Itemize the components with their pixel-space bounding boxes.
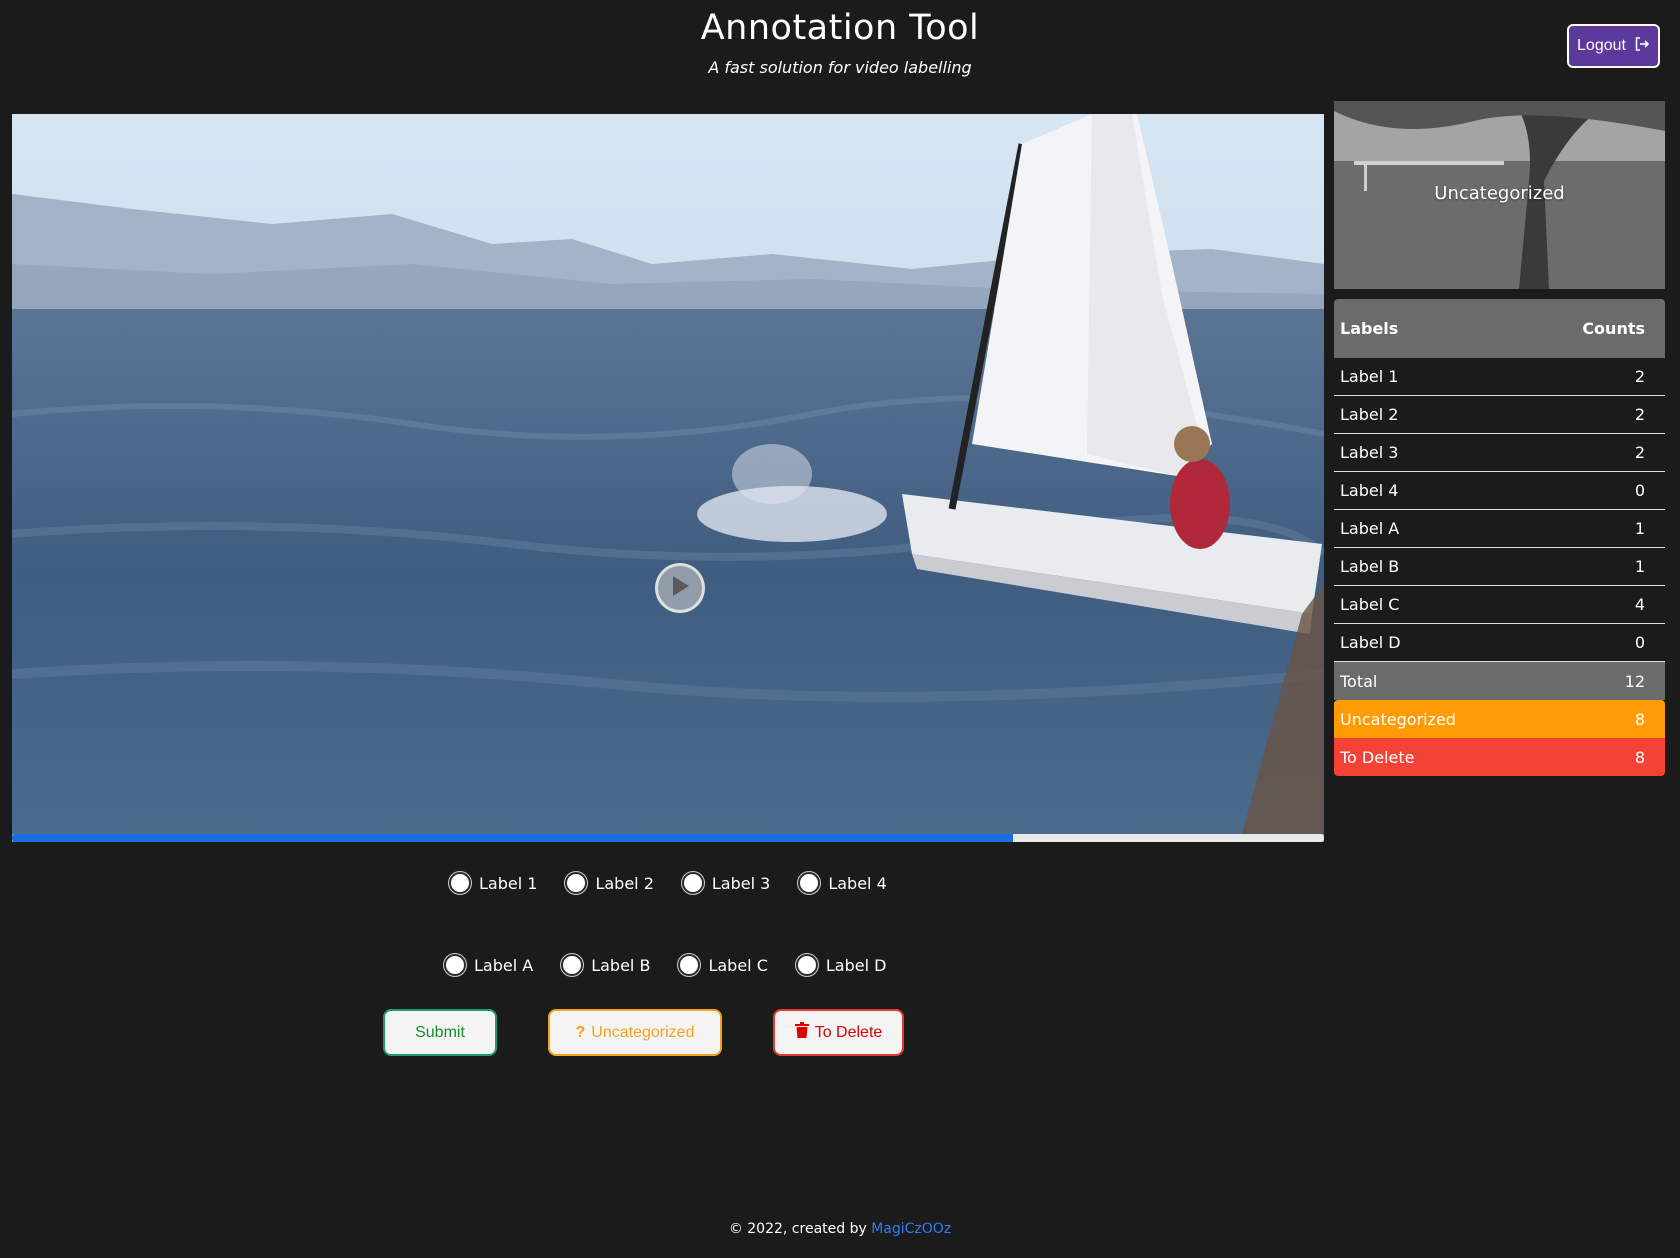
logout-button[interactable]: Logout <box>1567 24 1660 68</box>
total-label: Total <box>1340 671 1378 691</box>
row-count: 2 <box>1634 405 1645 424</box>
radio-button[interactable] <box>798 872 821 894</box>
row-label: Label B <box>1340 557 1400 576</box>
uncategorized-row: Uncategorized 8 <box>1334 700 1665 738</box>
header-counts: Counts <box>1582 319 1645 338</box>
row-count: 0 <box>1634 633 1645 652</box>
row-label: Label D <box>1340 633 1401 652</box>
play-icon <box>669 574 691 602</box>
radio-label-4[interactable]: Label 4 <box>798 872 887 894</box>
radio-button[interactable] <box>565 872 588 894</box>
row-count: 2 <box>1634 443 1645 462</box>
radio-button[interactable] <box>444 954 466 976</box>
to-delete-label: To Delete <box>814 1023 883 1041</box>
table-row: Label 1 2 <box>1334 358 1665 396</box>
footer: © 2022, created by MagiCzOOz <box>0 1221 1680 1237</box>
row-count: 2 <box>1634 367 1645 386</box>
to-delete-button[interactable]: To Delete <box>773 1009 904 1056</box>
radio-label-a[interactable]: Label A <box>444 954 533 976</box>
row-label: Label 1 <box>1340 367 1399 386</box>
to-delete-count: 8 <box>1634 747 1645 767</box>
table-row: Label 4 0 <box>1334 472 1665 510</box>
table-row: Label C 4 <box>1334 586 1665 624</box>
category-thumbnail[interactable]: Uncategorized <box>1334 101 1665 289</box>
total-count: 12 <box>1624 671 1645 691</box>
annotation-page: Annotation Tool A fast solution for vide… <box>0 0 1680 1258</box>
radio-text: Label 1 <box>479 873 538 893</box>
to-delete-row: To Delete 8 <box>1334 738 1665 776</box>
radio-text: Label C <box>708 955 768 975</box>
radio-label-c[interactable]: Label C <box>678 954 768 976</box>
author-link[interactable]: MagiCzOOz <box>871 1221 951 1237</box>
radio-button[interactable] <box>681 872 704 894</box>
radio-text: Label A <box>474 955 534 975</box>
radio-button[interactable] <box>449 872 471 894</box>
table-header: Labels Counts <box>1334 299 1665 358</box>
radio-label-1[interactable]: Label 1 <box>449 872 537 894</box>
row-label: Label 4 <box>1340 481 1399 500</box>
trash-icon <box>794 1022 809 1043</box>
radio-button[interactable] <box>795 954 818 976</box>
total-row: Total 12 <box>1334 662 1665 700</box>
radio-group-numeric: Label 1 Label 2 Label 3 Label 4 <box>449 872 887 894</box>
row-count: 4 <box>1634 595 1645 614</box>
uncategorized-button[interactable]: ? Uncategorized <box>548 1009 722 1056</box>
uncategorized-count: 8 <box>1634 709 1645 729</box>
radio-button[interactable] <box>561 954 584 976</box>
table-row: Label B 1 <box>1334 548 1665 586</box>
to-delete-label: To Delete <box>1340 747 1415 767</box>
row-count: 1 <box>1634 519 1645 538</box>
uncategorized-label: Uncategorized <box>591 1023 695 1041</box>
logout-icon <box>1634 36 1650 57</box>
table-row: Label A 1 <box>1334 510 1665 548</box>
logout-label: Logout <box>1577 37 1626 54</box>
video-player[interactable] <box>12 114 1324 842</box>
question-icon: ? <box>575 1023 586 1041</box>
row-label: Label C <box>1340 595 1400 614</box>
radio-button[interactable] <box>678 954 701 976</box>
video-progress-fill <box>12 834 1014 842</box>
video-frame <box>12 114 1324 834</box>
radio-text: Label 4 <box>828 873 887 893</box>
header-labels: Labels <box>1340 319 1399 338</box>
submit-label: Submit <box>415 1023 465 1041</box>
radio-label-d[interactable]: Label D <box>795 954 887 976</box>
thumbnail-label: Uncategorized <box>1434 183 1565 204</box>
video-progress-bar[interactable] <box>12 834 1324 842</box>
radio-text: Label 2 <box>595 873 654 893</box>
row-count: 1 <box>1634 557 1645 576</box>
radio-label-b[interactable]: Label B <box>561 954 650 976</box>
label-counts-table: Labels Counts Label 1 2 Label 2 2 Label 3 2… <box>1334 299 1665 776</box>
table-row: Label 3 2 <box>1334 434 1665 472</box>
row-label: Label A <box>1340 519 1400 538</box>
page-title: Annotation Tool <box>700 8 980 48</box>
radio-label-3[interactable]: Label 3 <box>681 872 771 894</box>
row-label: Label 3 <box>1340 443 1399 462</box>
page-subtitle: A fast solution for video labelling <box>708 58 972 77</box>
radio-text: Label 3 <box>711 873 771 893</box>
table-row: Label 2 2 <box>1334 396 1665 434</box>
radio-group-alpha: Label A Label B Label C Label D <box>444 954 886 976</box>
table-row: Label D 0 <box>1334 624 1665 662</box>
radio-text: Label B <box>591 955 651 975</box>
play-button[interactable] <box>655 563 705 613</box>
radio-label-2[interactable]: Label 2 <box>565 872 654 894</box>
row-label: Label 2 <box>1340 405 1399 424</box>
submit-button[interactable]: Submit <box>383 1009 497 1056</box>
uncategorized-label: Uncategorized <box>1340 709 1456 729</box>
footer-text: © 2022, created by <box>728 1221 867 1237</box>
row-count: 0 <box>1634 481 1645 500</box>
radio-text: Label D <box>825 955 887 975</box>
